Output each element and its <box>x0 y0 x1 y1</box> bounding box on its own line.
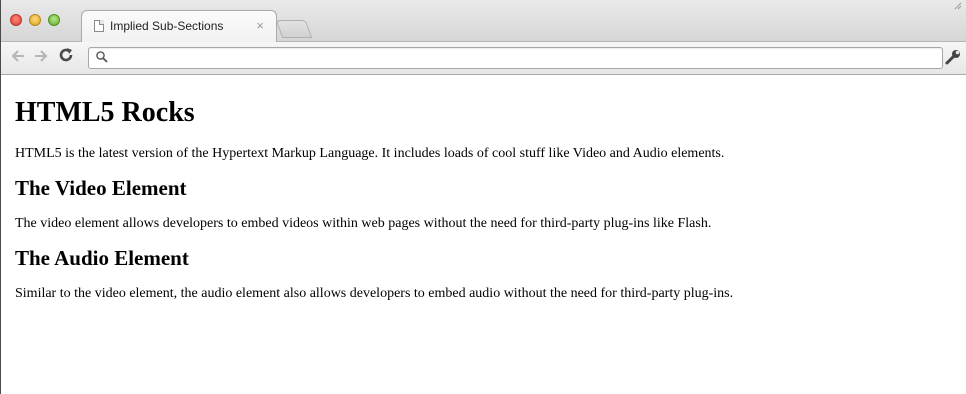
forward-arrow-icon[interactable] <box>33 48 49 69</box>
maximize-window-button[interactable] <box>48 14 60 26</box>
back-arrow-icon[interactable] <box>10 48 26 69</box>
section-body-video: The video element allows developers to e… <box>15 216 712 231</box>
section-body-audio: Similar to the video element, the audio … <box>15 286 734 301</box>
address-input[interactable] <box>113 50 938 66</box>
browser-toolbar <box>1 42 966 75</box>
minimize-window-button[interactable] <box>29 14 41 26</box>
window-controls <box>10 14 60 26</box>
tab-strip: Implied Sub-Sections × <box>1 0 966 42</box>
page-title: HTML5 Rocks <box>15 97 195 128</box>
new-tab-button[interactable] <box>275 20 313 38</box>
resize-corner-icon <box>954 2 962 12</box>
intro-paragraph: HTML5 is the latest version of the Hyper… <box>15 146 725 161</box>
close-window-button[interactable] <box>10 14 22 26</box>
section-heading-audio: The Audio Element <box>15 246 189 270</box>
browser-window: Implied Sub-Sections × HTML5 Rocks HTML5… <box>0 0 966 394</box>
tab-title: Implied Sub-Sections <box>110 19 224 33</box>
tab-implied-sub-sections[interactable]: Implied Sub-Sections × <box>81 10 277 42</box>
page-content: HTML5 Rocks HTML5 is the latest version … <box>1 95 966 303</box>
close-tab-icon[interactable]: × <box>256 18 264 33</box>
search-icon <box>95 50 109 64</box>
wrench-icon[interactable] <box>944 48 962 66</box>
section-heading-video: The Video Element <box>15 176 187 200</box>
address-bar[interactable] <box>88 47 943 69</box>
page-icon <box>94 20 104 32</box>
reload-icon[interactable] <box>57 46 75 69</box>
